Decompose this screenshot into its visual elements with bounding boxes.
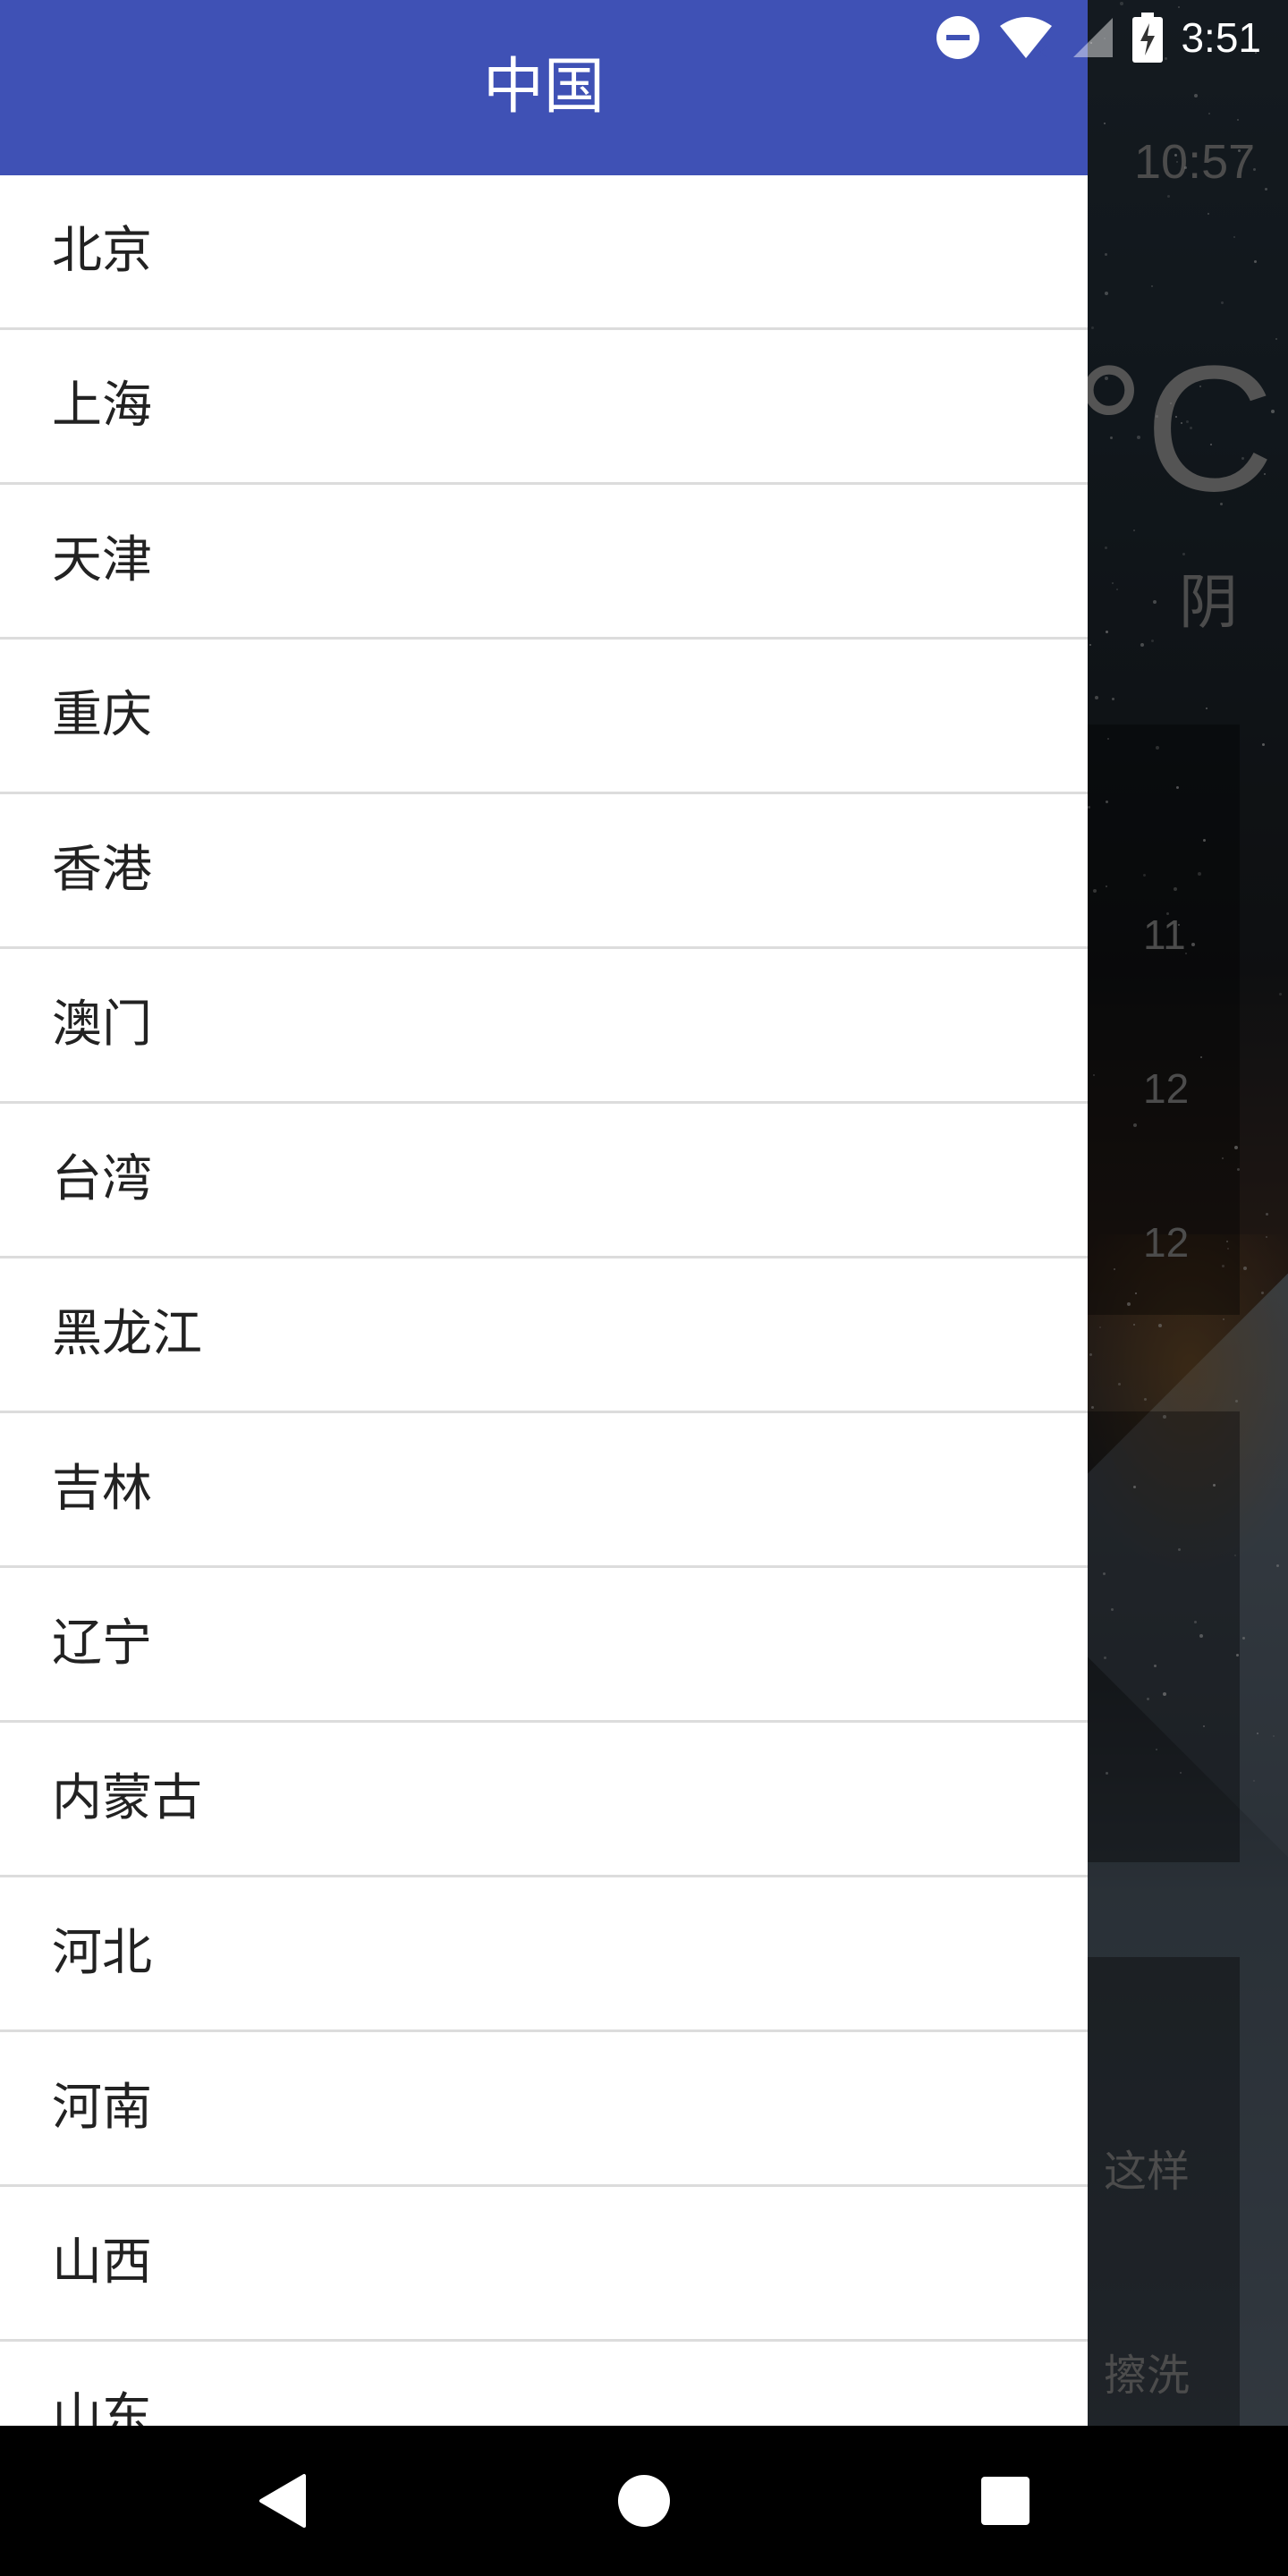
province-label: 上海	[52, 377, 152, 435]
status-bar: × 3:51	[0, 0, 1288, 75]
province-list-item[interactable]: 河南	[0, 2032, 1088, 2187]
province-list-item[interactable]: 山东	[0, 2342, 1088, 2426]
province-label: 黑龙江	[52, 1305, 202, 1363]
province-list-item[interactable]: 山西	[0, 2187, 1088, 2342]
province-label: 山西	[52, 2233, 152, 2292]
province-label: 山东	[52, 2388, 152, 2426]
cell-signal-icon	[1072, 16, 1114, 59]
wifi-icon: ×	[998, 15, 1054, 64]
province-list-item[interactable]: 上海	[0, 330, 1088, 485]
province-list-item[interactable]: 辽宁	[0, 1568, 1088, 1723]
province-list[interactable]: 北京上海天津重庆香港澳门台湾黑龙江吉林辽宁内蒙古河北河南山西山东	[0, 175, 1088, 2426]
province-label: 辽宁	[52, 1614, 152, 1673]
province-list-item[interactable]: 重庆	[0, 640, 1088, 794]
home-icon	[618, 2475, 670, 2527]
province-label: 内蒙古	[52, 1769, 202, 1827]
navigation-drawer: 中国 北京 上海 天津 重庆 香港 澳门 台湾 黑龙江 吉林 辽宁 内蒙古 河北 河南 山西 山东	[0, 0, 1088, 2426]
recents-icon	[981, 2477, 1030, 2525]
province-label: 北京	[52, 222, 152, 280]
battery-charging-icon	[1132, 13, 1164, 63]
back-button[interactable]	[211, 2426, 354, 2576]
province-list-item[interactable]: 黑龙江	[0, 1258, 1088, 1413]
province-list-item[interactable]: 河北	[0, 1877, 1088, 2032]
province-list-item[interactable]: 北京	[0, 175, 1088, 330]
recents-button[interactable]	[934, 2426, 1077, 2576]
province-list-item[interactable]: 吉林	[0, 1413, 1088, 1568]
back-icon	[259, 2474, 306, 2528]
province-label: 台湾	[52, 1150, 152, 1208]
province-label: 河北	[52, 1924, 152, 1982]
svg-text:×: ×	[1034, 41, 1050, 60]
province-list-item[interactable]: 澳门	[0, 949, 1088, 1104]
province-label: 天津	[52, 531, 152, 589]
province-label: 吉林	[52, 1460, 152, 1518]
navigation-bar	[0, 2426, 1288, 2576]
province-list-item[interactable]: 台湾	[0, 1104, 1088, 1258]
province-list-item[interactable]: 香港	[0, 794, 1088, 949]
province-label: 香港	[52, 841, 152, 899]
province-list-item[interactable]: 天津	[0, 485, 1088, 640]
do-not-disturb-icon	[936, 15, 980, 60]
province-label: 重庆	[52, 686, 152, 744]
province-list-item[interactable]: 内蒙古	[0, 1723, 1088, 1877]
status-time: 3:51	[1181, 14, 1261, 61]
home-button[interactable]	[572, 2426, 716, 2576]
province-label: 河南	[52, 2079, 152, 2137]
province-label: 澳门	[52, 996, 152, 1054]
